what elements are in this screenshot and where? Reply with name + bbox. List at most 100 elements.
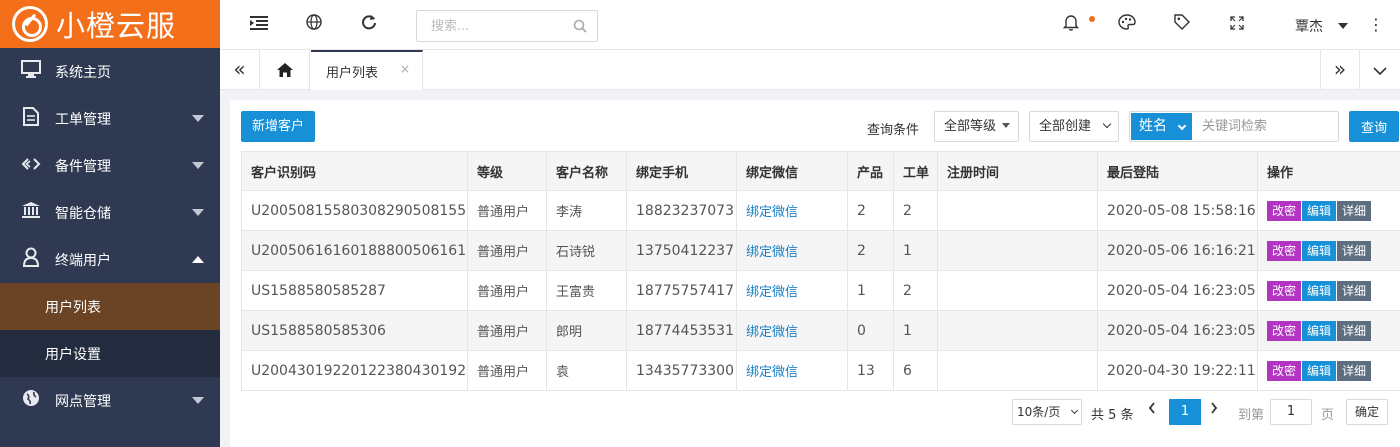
add-customer-button[interactable]: 新增客户 — [241, 111, 316, 142]
tab-home[interactable] — [260, 50, 310, 90]
wechat-link[interactable]: 绑定微信 — [736, 230, 848, 271]
level-cell: 普通用户 — [467, 270, 547, 311]
sidebar-item-end-users[interactable]: 终端用户 — [0, 236, 220, 283]
tab-label: 用户列表 — [326, 65, 379, 81]
column-header[interactable]: 最后登陆 — [1097, 151, 1258, 191]
sidebar-item-warehouse[interactable]: 智能仓储 — [0, 189, 220, 236]
current-page[interactable]: 1 — [1169, 399, 1201, 425]
detail-button[interactable]: 详细 — [1337, 280, 1372, 301]
close-icon[interactable]: × — [400, 62, 410, 76]
table-row[interactable]: US1588580585287 普通用户 王富贵 18775757417 绑定微信 1 2 2… — [241, 270, 1400, 311]
logo-text: 小橙云服 — [56, 9, 177, 43]
column-header[interactable]: 工单 — [893, 151, 938, 191]
wechat-link[interactable]: 绑定微信 — [736, 190, 848, 231]
phone-cell: 13435773300 — [626, 350, 737, 391]
wechat-link[interactable]: 绑定微信 — [736, 310, 848, 351]
ticket-count-cell: 1 — [893, 310, 938, 351]
tabs-scroll-right-icon[interactable]: » — [1320, 50, 1360, 90]
detail-button[interactable]: 详细 — [1337, 240, 1372, 261]
column-header[interactable]: 产品 — [847, 151, 894, 191]
chevron-down-icon — [1070, 406, 1079, 415]
customer-name-cell: 石诗锐 — [546, 230, 627, 271]
goto-confirm-button[interactable]: 确定 — [1346, 399, 1388, 425]
change-password-button[interactable]: 改密 — [1267, 320, 1302, 341]
tabs-scroll-left-icon[interactable]: « — [220, 50, 260, 90]
tab-user-list[interactable]: 用户列表 × — [311, 50, 423, 90]
tab-bar: « 用户列表 × » — [220, 50, 1400, 90]
level-filter-select[interactable]: 全部等级 — [934, 111, 1019, 142]
edit-button[interactable]: 编辑 — [1302, 360, 1337, 381]
fullscreen-icon[interactable] — [1226, 14, 1248, 36]
detail-button[interactable]: 详细 — [1337, 320, 1372, 341]
query-button[interactable]: 查询 — [1349, 111, 1399, 142]
refresh-icon[interactable] — [358, 14, 380, 36]
sidebar-item-home[interactable]: 系统主页 — [0, 48, 220, 95]
tabs-dropdown-icon[interactable] — [1360, 50, 1400, 90]
table-row[interactable]: US1588580585306 普通用户 郎明 18774453531 绑定微信 0 1 20… — [241, 310, 1400, 351]
register-time-cell — [937, 190, 1098, 231]
prev-page-icon[interactable] — [1148, 402, 1156, 418]
bell-icon[interactable] — [1060, 14, 1082, 36]
column-header[interactable]: 绑定微信 — [736, 151, 848, 191]
edit-button[interactable]: 编辑 — [1302, 240, 1337, 261]
column-header[interactable]: 客户识别码 — [241, 151, 468, 191]
edit-button[interactable]: 编辑 — [1302, 200, 1337, 221]
table-row[interactable]: U200508155803082905081558 普通用户 李涛 188232370… — [241, 190, 1400, 231]
palette-icon[interactable] — [1116, 14, 1138, 36]
wechat-link[interactable]: 绑定微信 — [736, 270, 848, 311]
table-row[interactable]: U200430192201223804301922 普通用户袁 1343577330… — [241, 350, 1400, 391]
column-header[interactable]: 注册时间 — [937, 151, 1098, 191]
goto-page-input[interactable]: 1 — [1270, 399, 1312, 425]
search-input[interactable] — [417, 11, 567, 41]
logo[interactable]: 小橙云服 — [0, 0, 220, 48]
globe-icon — [20, 389, 42, 412]
notification-dot — [1089, 16, 1095, 22]
actions-cell: 改密 编辑 详细 — [1257, 230, 1400, 271]
detail-button[interactable]: 详细 — [1337, 360, 1372, 381]
level-cell: 普通用户 — [467, 310, 547, 351]
table-row[interactable]: U200506161601888005061616 普通用户 石诗锐 13750412… — [241, 230, 1400, 271]
sidebar-subitem-user-list[interactable]: 用户列表 — [0, 283, 220, 330]
product-count-cell: 13 — [847, 350, 894, 391]
menu-toggle-icon[interactable] — [248, 14, 270, 36]
column-header[interactable]: 客户名称 — [546, 151, 627, 191]
register-time-cell — [937, 310, 1098, 351]
register-time-cell — [937, 270, 1098, 311]
change-password-button[interactable]: 改密 — [1267, 200, 1302, 221]
change-password-button[interactable]: 改密 — [1267, 240, 1302, 261]
keyword-type-select[interactable]: 姓名 — [1131, 113, 1192, 140]
home-icon — [276, 63, 293, 77]
more-options-icon[interactable]: ⋮ — [1368, 14, 1384, 36]
last-login-cell: 2020-05-04 16:23:05 — [1097, 270, 1258, 311]
change-password-button[interactable]: 改密 — [1267, 280, 1302, 301]
product-count-cell: 0 — [847, 310, 894, 351]
product-count-cell: 1 — [847, 270, 894, 311]
level-filter-value: 全部等级 — [944, 119, 997, 134]
creator-filter-select[interactable]: 全部创建 — [1029, 111, 1119, 142]
customer-name-cell: 袁 — [546, 350, 627, 391]
sidebar-item-parts[interactable]: 备件管理 — [0, 142, 220, 189]
search-icon[interactable] — [573, 19, 587, 33]
global-search[interactable] — [416, 10, 598, 42]
change-password-button[interactable]: 改密 — [1267, 360, 1302, 381]
sidebar-item-label: 网点管理 — [55, 393, 111, 410]
user-name[interactable]: 覃杰 — [1295, 16, 1323, 36]
sidebar-item-label: 备件管理 — [55, 158, 111, 175]
wechat-link[interactable]: 绑定微信 — [736, 350, 848, 391]
column-header[interactable]: 绑定手机 — [626, 151, 737, 191]
edit-button[interactable]: 编辑 — [1302, 320, 1337, 341]
user-menu-caret-icon[interactable] — [1338, 23, 1348, 29]
page-size-select[interactable]: 10条/页 — [1012, 399, 1082, 425]
sidebar-subitem-user-settings[interactable]: 用户设置 — [0, 330, 220, 377]
next-page-icon[interactable] — [1210, 402, 1218, 418]
sidebar-item-outlets[interactable]: 网点管理 — [0, 377, 220, 424]
edit-button[interactable]: 编辑 — [1302, 280, 1337, 301]
detail-button[interactable]: 详细 — [1337, 200, 1372, 221]
column-header[interactable]: 等级 — [467, 151, 547, 191]
top-bar: 覃杰 ⋮ — [220, 0, 1400, 50]
keyword-input[interactable] — [1198, 113, 1336, 140]
sidebar-item-tickets[interactable]: 工单管理 — [0, 95, 220, 142]
tag-icon[interactable] — [1171, 14, 1193, 36]
globe-icon[interactable] — [303, 14, 325, 36]
actions-cell: 改密 编辑 详细 — [1257, 270, 1400, 311]
